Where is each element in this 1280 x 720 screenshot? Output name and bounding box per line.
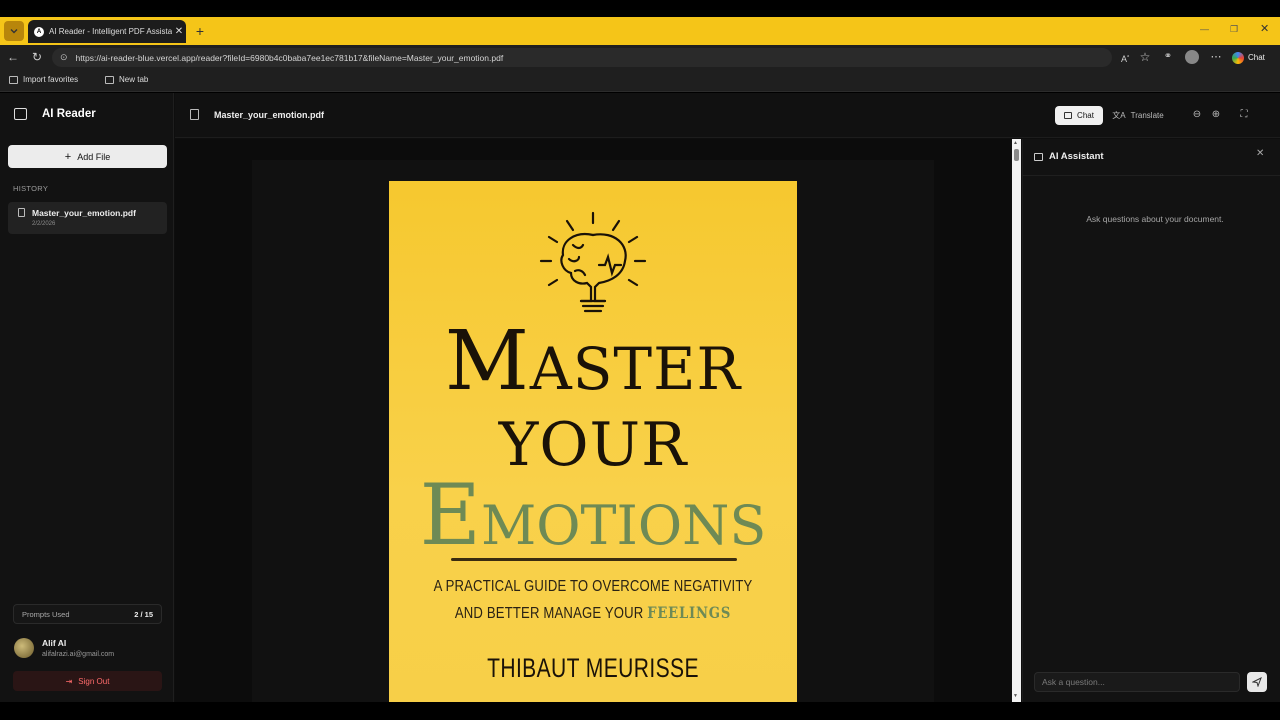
- cover-title-emotions-initial: E: [419, 466, 481, 564]
- brand-title: AI Reader: [42, 108, 96, 120]
- translate-toggle-button[interactable]: 文A Translate: [1110, 106, 1166, 125]
- cover-subtitle-line2-text: AND BETTER MANAGE YOUR: [454, 605, 648, 622]
- question-input[interactable]: [1034, 672, 1240, 692]
- assistant-empty-state: Ask questions about your document.: [1086, 214, 1224, 224]
- prompts-used-label: Prompts Used: [22, 609, 70, 619]
- url-text: https://ai-reader-blue.vercel.app/reader…: [75, 52, 504, 63]
- reload-icon[interactable]: ↻: [30, 50, 44, 64]
- chat-icon: [1064, 112, 1073, 119]
- translate-toggle-label: Translate: [1130, 111, 1164, 120]
- translate-icon: 文A: [1112, 111, 1126, 120]
- zoom-in-icon[interactable]: ⊕: [1210, 109, 1222, 121]
- close-panel-icon[interactable]: ✕: [1256, 148, 1264, 159]
- user-name: Alif AI: [42, 638, 67, 648]
- cover-title-master-initial: M: [444, 314, 530, 409]
- copilot-icon: [1232, 51, 1244, 64]
- chevron-down-icon: [10, 29, 18, 34]
- user-email: alifalrazi.ai@gmail.com: [42, 651, 115, 658]
- favorite-star-icon[interactable]: ☆: [1138, 50, 1152, 64]
- chat-toggle-label: Chat: [1077, 111, 1094, 120]
- plus-icon: +: [64, 150, 72, 163]
- history-item[interactable]: Master_your_emotion.pdf 2/2/2026: [8, 202, 167, 234]
- cover-subtitle-line2: AND BETTER MANAGE YOUR FEELINGS: [426, 603, 761, 623]
- cover-author: THIBAUT MEURISSE: [487, 653, 699, 683]
- cover-title-master-rest: ASTER: [529, 335, 742, 403]
- history-heading: HISTORY: [13, 184, 49, 193]
- cover-title-emotions-rest: MOTIONS: [480, 494, 767, 557]
- cover-divider: [451, 558, 737, 561]
- prompts-used-value: 2 / 15: [134, 609, 153, 619]
- chat-logo-icon: [14, 108, 27, 120]
- import-icon: [9, 75, 18, 84]
- add-file-button[interactable]: + Add File: [8, 145, 167, 168]
- history-item-name: Master_your_emotion.pdf: [32, 208, 136, 218]
- favorites-item-import[interactable]: Import favorites: [9, 75, 78, 84]
- brain-lightbulb-icon: [539, 211, 647, 313]
- tab-favicon-icon: A: [34, 26, 44, 37]
- new-tab-page-icon: [105, 75, 114, 84]
- favorites-item-label: New tab: [119, 75, 149, 84]
- site-info-icon[interactable]: ⊙: [60, 52, 68, 63]
- pdf-scrollbar[interactable]: [1012, 139, 1021, 702]
- tab-title: AI Reader - Intelligent PDF Assista: [49, 27, 172, 36]
- favorites-item-label: Import favorites: [23, 75, 79, 84]
- sign-out-label: Sign Out: [78, 676, 110, 686]
- back-arrow-icon[interactable]: ←: [6, 50, 20, 64]
- assistant-divider: [1022, 175, 1280, 176]
- copilot-chat-label: Chat: [1248, 53, 1265, 62]
- close-tab-icon[interactable]: ✕: [172, 26, 186, 37]
- assistant-header: AI Assistant: [1034, 151, 1104, 162]
- document-title: Master_your_emotion.pdf: [214, 110, 325, 120]
- favorites-item-new-tab[interactable]: New tab: [105, 75, 148, 84]
- assistant-title: AI Assistant: [1049, 151, 1104, 162]
- scrollbar-thumb[interactable]: [1014, 149, 1019, 161]
- avatar: [14, 638, 34, 658]
- url-field[interactable]: ⊙ https://ai-reader-blue.vercel.app/read…: [52, 48, 1112, 67]
- chat-icon: [1034, 152, 1043, 161]
- file-icon: [190, 109, 199, 120]
- close-window-icon[interactable]: ✕: [1260, 22, 1269, 35]
- profile-avatar-icon[interactable]: [1185, 50, 1199, 64]
- scroll-up-arrow-icon[interactable]: ▲: [1013, 140, 1018, 146]
- chat-toggle-button[interactable]: Chat: [1055, 106, 1103, 125]
- document-icon: [18, 208, 25, 217]
- prompts-used-counter: Prompts Used 2 / 15: [13, 604, 162, 624]
- send-button[interactable]: [1247, 672, 1267, 692]
- scroll-down-arrow-icon[interactable]: ▼: [1013, 693, 1018, 699]
- sign-out-button[interactable]: ⇥ Sign Out: [13, 671, 162, 691]
- send-icon: [1252, 677, 1262, 687]
- copilot-chat-button[interactable]: Chat: [1232, 49, 1265, 66]
- favorites-bar: [0, 70, 1280, 92]
- history-item-date: 2/2/2026: [32, 221, 56, 227]
- brand: AI Reader: [14, 108, 96, 120]
- screen-bottom-border: [0, 702, 1280, 720]
- cover-subtitle-feelings: FEELINGS: [647, 603, 732, 622]
- minimize-window-icon[interactable]: —: [1200, 24, 1209, 34]
- browser-tab-active[interactable]: A AI Reader - Intelligent PDF Assista ✕: [28, 20, 186, 43]
- cover-title-master: MASTER: [389, 321, 797, 410]
- zoom-out-icon[interactable]: ⊖: [1191, 109, 1203, 121]
- more-options-icon[interactable]: ⋯: [1209, 50, 1223, 64]
- tab-actions-menu-button[interactable]: [4, 21, 24, 41]
- logout-icon: ⇥: [65, 676, 73, 686]
- extensions-icon[interactable]: ⚭: [1161, 50, 1175, 64]
- new-tab-button[interactable]: +: [192, 22, 208, 40]
- add-file-label: Add File: [77, 151, 111, 162]
- cover-subtitle-line1: A PRACTICAL GUIDE TO OVERCOME NEGATIVITY: [433, 578, 753, 595]
- restore-window-icon[interactable]: ❐: [1230, 24, 1238, 35]
- read-aloud-icon[interactable]: Aᵃ: [1118, 50, 1132, 64]
- fullscreen-icon[interactable]: ⛶: [1238, 109, 1250, 121]
- cover-title-emotions: EMOTIONS: [389, 473, 797, 568]
- book-cover-page: MASTER YOUR EMOTIONS A PRACTICAL GUIDE T…: [389, 181, 797, 702]
- screen-top-border: [0, 0, 1280, 17]
